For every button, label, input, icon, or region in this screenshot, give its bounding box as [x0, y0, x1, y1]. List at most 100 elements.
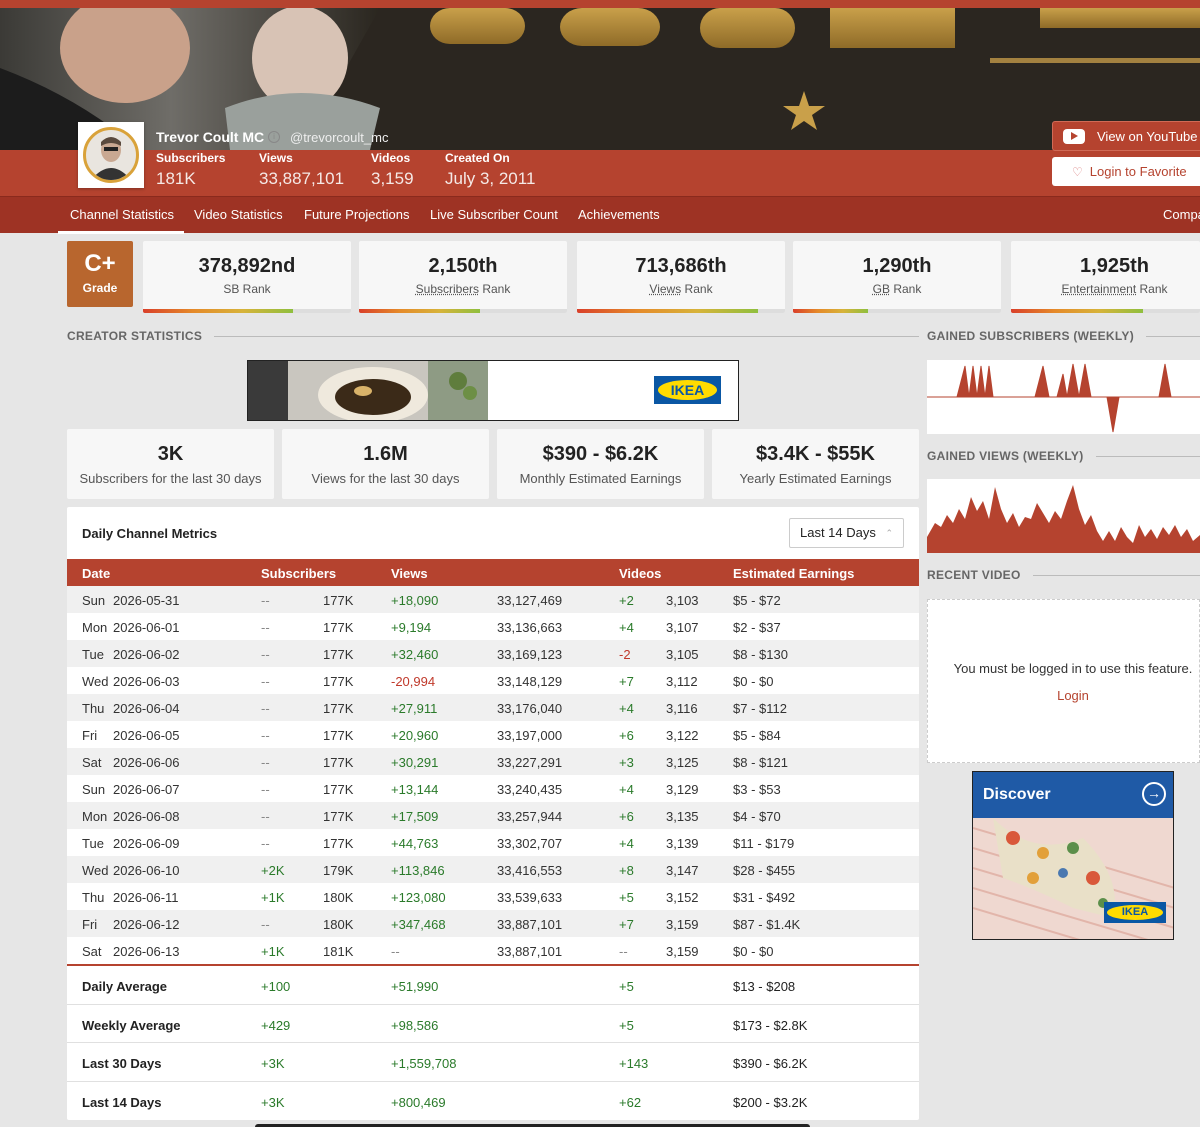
- row-sub-delta: --: [261, 755, 270, 770]
- row-date: 2026-06-08: [113, 809, 180, 824]
- row-videos: 3,135: [666, 809, 699, 824]
- summary-row: Weekly Average +429 +98,586 +5 $173 - $2.8K: [67, 1004, 919, 1042]
- summary-row-subscribers: +3K: [261, 1095, 285, 1110]
- rank-link[interactable]: Entertainment: [1061, 282, 1136, 296]
- row-date: 2026-06-01: [113, 620, 180, 635]
- recent-video-heading: RECENT VIDEO: [927, 568, 1200, 582]
- row-earnings: $28 - $455: [733, 863, 796, 878]
- row-day: Tue: [82, 647, 104, 662]
- row-date: 2026-06-05: [113, 728, 180, 743]
- rank-link[interactable]: Views: [649, 282, 681, 296]
- tab-future-projections[interactable]: Future Projections: [304, 197, 410, 234]
- grade-value: C+: [84, 250, 116, 277]
- table-row: Fri 2026-06-05 -- 177K +20,960 33,197,000 +6 3,…: [67, 721, 919, 748]
- row-view-delta: +9,194: [391, 620, 432, 635]
- login-link[interactable]: Login: [928, 688, 1200, 703]
- row-date: 2026-06-04: [113, 701, 180, 716]
- row-subscribers: 177K: [323, 620, 354, 635]
- range-select-value: Last 14 Days: [800, 525, 876, 540]
- summary-row-label: Weekly Average: [82, 1018, 181, 1033]
- summary-row-subscribers: +100: [261, 979, 291, 994]
- table-row: Thu 2026-06-11 +1K 180K +123,080 33,539,633 +5…: [67, 883, 919, 910]
- row-videos: 3,152: [666, 890, 699, 905]
- rank-value: 378,892nd: [198, 255, 296, 277]
- summary-label: Views for the last 30 days: [311, 471, 460, 486]
- table-row: Sun 2026-06-07 -- 177K +13,144 33,240,435 +4 3,…: [67, 775, 919, 802]
- table-row: Sat 2026-06-06 -- 177K +30,291 33,227,291 +3 3,…: [67, 748, 919, 775]
- row-earnings: $8 - $121: [733, 755, 788, 770]
- rank-link[interactable]: GB: [873, 282, 890, 296]
- rank-link[interactable]: Subscribers: [416, 282, 479, 296]
- row-earnings: $4 - $70: [733, 809, 781, 824]
- row-day: Thu: [82, 701, 105, 716]
- row-view-delta: +27,911: [391, 701, 438, 716]
- header-videos[interactable]: Videos: [619, 566, 661, 581]
- ikea-logo: IKEA: [654, 376, 721, 404]
- row-sub-delta: --: [261, 701, 270, 716]
- row-subscribers: 177K: [323, 593, 354, 608]
- tab-achievements[interactable]: Achievements: [578, 197, 660, 234]
- row-views: 33,127,469: [497, 593, 563, 608]
- table-row: Wed 2026-06-10 +2K 179K +113,846 33,416,553 +8…: [67, 856, 919, 883]
- youtube-icon: [1063, 128, 1085, 144]
- channel-banner: [0, 0, 1200, 150]
- row-video-delta: -2: [619, 647, 631, 662]
- stat-views: Views 33,887,101: [259, 151, 344, 189]
- stat-value: 33,887,101: [259, 169, 345, 188]
- login-to-favorite-button[interactable]: ♡ Login to Favorite: [1052, 157, 1200, 186]
- avatar[interactable]: [78, 122, 144, 188]
- ad-food-photo: [248, 361, 488, 420]
- info-icon: i: [268, 131, 280, 143]
- tab-live-subscriber-count[interactable]: Live Subscriber Count: [430, 197, 558, 234]
- tab-channel-statistics[interactable]: Channel Statistics: [57, 197, 185, 234]
- summary-row-views: +51,990: [391, 979, 439, 994]
- row-date: 2026-06-02: [113, 647, 180, 662]
- rank-card-country: 1,290th GB Rank: [793, 241, 1001, 313]
- tab-compare[interactable]: Compa: [1163, 197, 1200, 234]
- summary-row: Daily Average +100 +51,990 +5 $13 - $208: [67, 964, 919, 1004]
- row-subscribers: 177K: [323, 647, 354, 662]
- gained-subscribers-sparkline: [927, 363, 1200, 433]
- row-earnings: $31 - $492: [733, 890, 796, 905]
- view-on-youtube-button[interactable]: View on YouTube: [1052, 121, 1200, 151]
- row-sub-delta: --: [261, 728, 270, 743]
- row-views: 33,887,101: [497, 944, 563, 959]
- avatar-photo: [83, 127, 139, 183]
- row-date: 2026-05-31: [113, 593, 180, 608]
- header-views[interactable]: Views: [391, 566, 428, 581]
- header-estimated-earnings[interactable]: Estimated Earnings: [733, 566, 854, 581]
- row-video-delta: +2: [619, 593, 634, 608]
- row-video-delta: +4: [619, 620, 634, 635]
- row-sub-delta: +1K: [261, 944, 285, 959]
- ikea-discover-ad[interactable]: Discover → IKEA: [972, 771, 1174, 940]
- discover-title: Discover: [983, 786, 1051, 803]
- tab-video-statistics[interactable]: Video Statistics: [194, 197, 283, 234]
- view-on-youtube-label: View on YouTube: [1097, 128, 1198, 144]
- summary-row-views: +800,469: [391, 1095, 446, 1110]
- rank-progress-bar: [577, 309, 785, 313]
- summary-row: Last 30 Days +3K +1,559,708 +143 $390 - $6.2…: [67, 1042, 919, 1081]
- row-day: Sun: [82, 593, 106, 608]
- row-sub-delta: --: [261, 782, 270, 797]
- row-sub-delta: --: [261, 674, 270, 689]
- ikea-ad-banner[interactable]: IKEA: [247, 360, 739, 421]
- discover-header: Discover →: [973, 772, 1173, 818]
- arrow-right-circle-icon[interactable]: →: [1142, 782, 1166, 806]
- row-views: 33,227,291: [497, 755, 563, 770]
- row-view-delta: +30,291: [391, 755, 439, 770]
- summary-row-earnings: $173 - $2.8K: [733, 1018, 808, 1033]
- grade-badge: C+ Grade: [67, 241, 133, 307]
- table-row: Tue 2026-06-02 -- 177K +32,460 33,169,123 -2 3,…: [67, 640, 919, 667]
- row-day: Fri: [82, 728, 98, 743]
- header-date[interactable]: Date: [82, 566, 110, 581]
- rank-progress-bar: [143, 309, 351, 313]
- row-day: Thu: [82, 890, 105, 905]
- range-select[interactable]: Last 14 Days ⌃⌄: [789, 518, 904, 566]
- row-sub-delta: --: [261, 593, 270, 608]
- row-earnings: $0 - $0: [733, 944, 774, 959]
- header-subscribers[interactable]: Subscribers: [261, 566, 336, 581]
- row-subscribers: 177K: [323, 755, 354, 770]
- summary-card-monthly-earnings: $390 - $6.2K Monthly Estimated Earnings: [497, 429, 704, 499]
- summary-value: $390 - $6.2K: [542, 443, 659, 465]
- stat-subscribers: Subscribers 181K: [156, 151, 225, 189]
